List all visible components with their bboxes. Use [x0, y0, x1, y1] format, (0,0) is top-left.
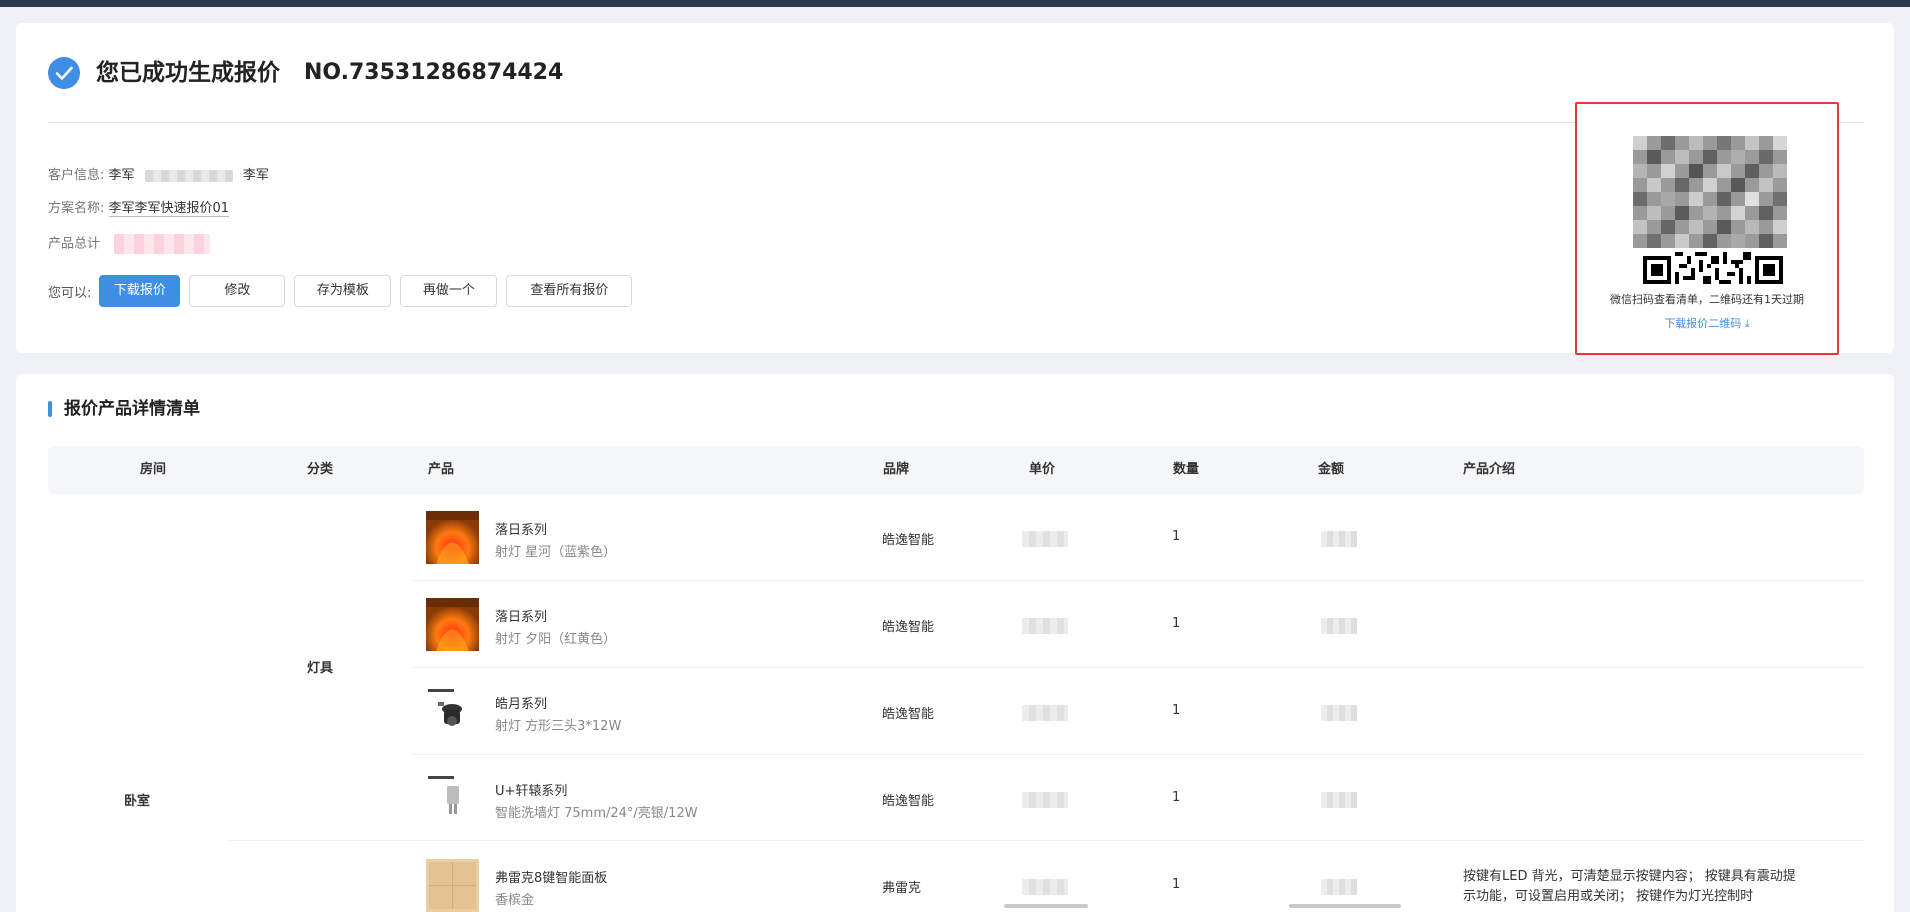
actions-label: 您可以: [48, 285, 92, 301]
success-title: 您已成功生成报价 [96, 60, 280, 86]
product-thumbnail [426, 772, 479, 825]
amount-redacted [1321, 792, 1357, 808]
plan-name[interactable]: 李军李军快速报价01 [108, 201, 230, 217]
quote-detail-card: 报价产品详情清单 房间 分类 产品 品牌 单价 数量 金额 产品介绍 卧室 灯具… [16, 374, 1894, 912]
product-brand: 皓逸智能 [882, 533, 935, 548]
save-template-button[interactable]: 存为模板 [294, 275, 392, 307]
customer-info-row: 客户信息: 李军 李军 [48, 166, 269, 186]
qr-tip-text: 微信扫码查看清单，二维码还有1天过期 [1610, 293, 1804, 306]
table-row: 皓月系列 射灯 方形三头3*12W 皓逸智能 1 [16, 668, 1894, 755]
product-brand: 皓逸智能 [882, 707, 935, 722]
product-name: 弗雷克8键智能面板 [495, 871, 608, 886]
product-quantity: 1 [1172, 703, 1181, 718]
download-quote-button[interactable]: 下载报价 [99, 275, 181, 307]
product-name: 落日系列 [495, 610, 548, 625]
unit-price-redacted [1022, 618, 1068, 634]
qr-code-panel: 微信扫码查看清单，二维码还有1天过期 下载报价二维码 ⤓ [1575, 102, 1839, 355]
product-thumbnail [426, 859, 479, 912]
amount-redacted [1321, 879, 1357, 895]
customer-name-secondary: 李军 [242, 168, 269, 183]
top-bar [0, 0, 1910, 7]
product-brand: 弗雷克 [882, 881, 922, 896]
amount-redacted [1321, 705, 1357, 721]
table-row: 落日系列 射灯 星河（蓝紫色） 皓逸智能 1 [16, 494, 1894, 581]
edit-button[interactable]: 修改 [189, 275, 286, 307]
total-value-redacted [114, 234, 211, 254]
product-name: U+轩辕系列 [495, 784, 568, 799]
product-total-row: 产品总计 [48, 234, 211, 254]
qr-code-image-blurred [1633, 136, 1787, 248]
price-column-scrollbar[interactable] [1004, 904, 1088, 908]
action-bar: 您可以: 下载报价 修改 存为模板 再做一个 查看所有报价 [48, 275, 641, 307]
plan-name-row: 方案名称: 李军李军快速报价01 [48, 199, 230, 219]
product-brand: 皓逸智能 [882, 620, 935, 635]
table-row: 落日系列 射灯 夕阳（红黄色） 皓逸智能 1 [16, 581, 1894, 668]
product-brand: 皓逸智能 [882, 794, 935, 809]
unit-price-redacted [1022, 879, 1068, 895]
product-spec: 射灯 方形三头3*12W [495, 719, 622, 734]
section-title: 报价产品详情清单 [64, 399, 200, 419]
customer-label: 客户信息: [48, 168, 105, 183]
product-thumbnail [426, 598, 479, 651]
product-intro: 按键有LED 背光，可清楚显示按键内容； 按键具有震动提示功能，可设置启用或关闭… [1463, 869, 1796, 904]
view-all-quotes-button[interactable]: 查看所有报价 [506, 275, 633, 307]
amount-redacted [1321, 618, 1357, 634]
amount-column-scrollbar[interactable] [1289, 904, 1401, 908]
product-spec: 射灯 夕阳（红黄色） [495, 632, 617, 647]
column-intro: 产品介绍 [1463, 462, 1516, 477]
table-header: 房间 分类 产品 品牌 单价 数量 金额 产品介绍 [48, 446, 1864, 494]
product-name: 落日系列 [495, 523, 548, 538]
success-check-icon [48, 57, 80, 89]
product-quantity: 1 [1172, 877, 1181, 892]
column-room: 房间 [140, 462, 167, 477]
column-quantity: 数量 [1173, 462, 1200, 477]
total-label: 产品总计 [48, 236, 101, 252]
amount-redacted [1321, 531, 1357, 547]
table-row: U+轩辕系列 智能洗墙灯 75mm/24°/亮银/12W 皓逸智能 1 [16, 755, 1894, 842]
qr-code-image [1643, 252, 1783, 288]
customer-name: 李军 [108, 168, 135, 183]
unit-price-redacted [1022, 792, 1068, 808]
column-brand: 品牌 [883, 462, 910, 477]
unit-price-redacted [1022, 705, 1068, 721]
table-row: 弗雷克8键智能面板 香槟金 弗雷克 1 按键有LED 背光，可清楚显示按键内容；… [16, 842, 1894, 912]
column-amount: 金额 [1318, 462, 1345, 477]
download-qr-link[interactable]: 下载报价二维码 ⤓ [1577, 315, 1837, 331]
column-unit-price: 单价 [1029, 462, 1056, 477]
product-name: 皓月系列 [495, 697, 548, 712]
product-thumbnail [426, 511, 479, 564]
product-spec: 香槟金 [495, 893, 535, 908]
product-spec: 射灯 星河（蓝紫色） [495, 545, 617, 560]
product-thumbnail [426, 685, 479, 738]
order-number: NO.73531286874424 [304, 60, 564, 85]
plan-label: 方案名称: [48, 201, 105, 216]
product-quantity: 1 [1172, 616, 1181, 631]
customer-phone-redacted [144, 169, 233, 182]
product-quantity: 1 [1172, 529, 1181, 544]
redo-button[interactable]: 再做一个 [400, 275, 498, 307]
product-spec: 智能洗墙灯 75mm/24°/亮银/12W [495, 806, 698, 821]
column-product: 产品 [428, 462, 455, 477]
section-marker [48, 401, 52, 417]
product-quantity: 1 [1172, 790, 1181, 805]
unit-price-redacted [1022, 531, 1068, 547]
column-category: 分类 [307, 462, 334, 477]
